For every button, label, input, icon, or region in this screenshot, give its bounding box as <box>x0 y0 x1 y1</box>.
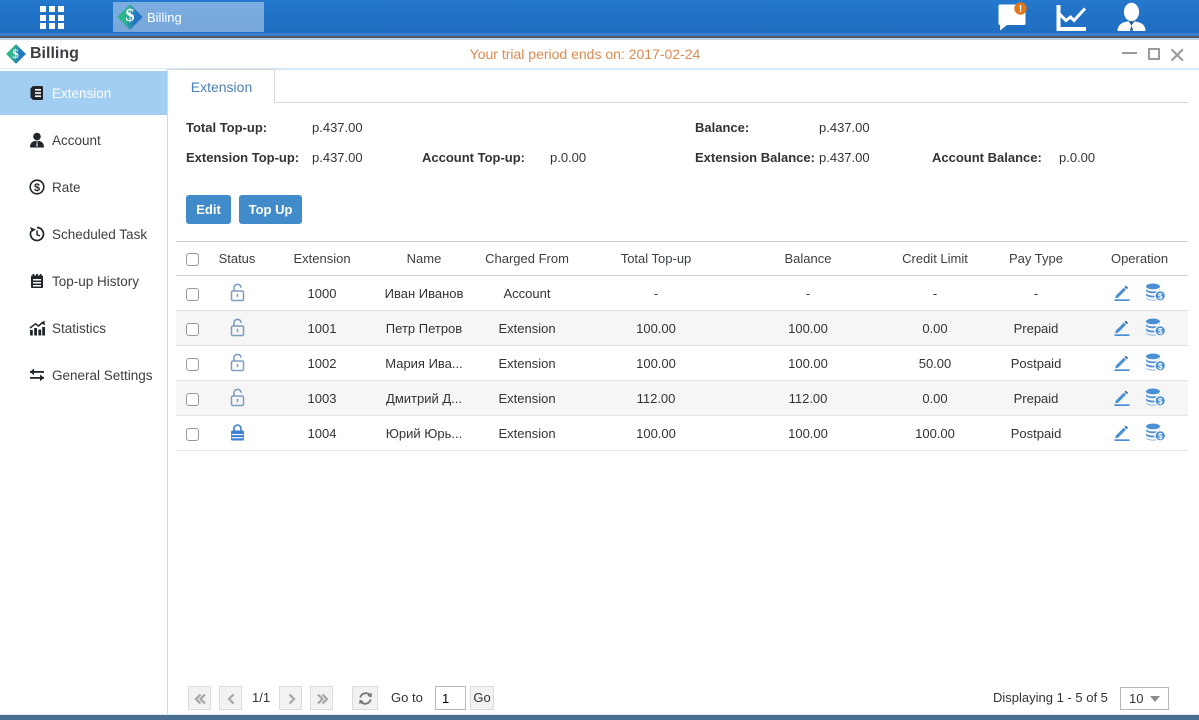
svg-text:$: $ <box>34 182 40 194</box>
svg-text:$: $ <box>1158 361 1163 370</box>
svg-text:$: $ <box>1158 431 1163 440</box>
svg-text:$: $ <box>1158 291 1163 300</box>
svg-text:$: $ <box>1158 326 1163 335</box>
svg-text:$: $ <box>1158 396 1163 405</box>
svg-text:!: ! <box>1019 4 1022 15</box>
